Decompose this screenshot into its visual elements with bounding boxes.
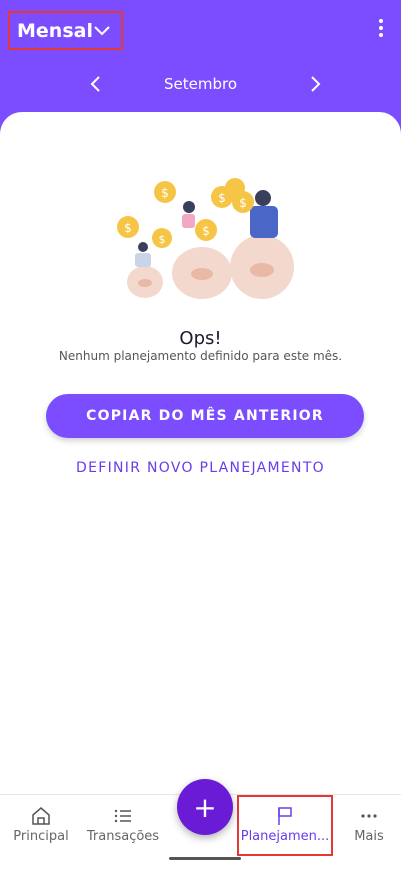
- nav-label: Principal: [13, 829, 69, 844]
- add-button[interactable]: +: [177, 779, 233, 835]
- svg-text:$: $: [202, 224, 210, 238]
- month-label: Setembro: [163, 75, 237, 93]
- svg-text:$: $: [161, 186, 169, 200]
- home-indicator: [169, 857, 241, 860]
- copy-previous-month-button[interactable]: COPIAR DO MÊS ANTERIOR: [46, 394, 364, 438]
- define-new-plan-button[interactable]: DEFINIR NOVO PLANEJAMENTO: [0, 460, 401, 476]
- chevron-down-icon: [94, 26, 110, 36]
- empty-state-message: Nenhum planejamento definido para este m…: [58, 349, 343, 363]
- nav-item-mais[interactable]: Mais: [345, 795, 393, 855]
- list-icon: [114, 809, 131, 823]
- period-selector[interactable]: Mensal: [8, 11, 123, 50]
- more-vertical-icon[interactable]: [371, 16, 391, 40]
- nav-label: Transações: [86, 829, 160, 844]
- nav-label: Planejamen...: [240, 829, 330, 844]
- nav-item-transacoes[interactable]: Transações: [84, 795, 162, 855]
- more-horizontal-icon: [361, 814, 377, 818]
- chevron-left-icon[interactable]: [86, 74, 106, 94]
- empty-state-title: Ops!: [179, 328, 222, 349]
- flag-icon: [278, 807, 292, 825]
- svg-text:$: $: [159, 233, 166, 246]
- period-label: Mensal: [17, 19, 93, 42]
- svg-text:$: $: [124, 221, 132, 235]
- nav-item-principal[interactable]: Principal: [4, 795, 78, 855]
- nav-label: Mais: [354, 829, 384, 844]
- chevron-right-icon[interactable]: [305, 74, 325, 94]
- month-navigator: Setembro: [0, 66, 401, 102]
- nav-item-planejamento[interactable]: Planejamen...: [237, 795, 333, 856]
- svg-text:$: $: [239, 196, 247, 210]
- svg-text:$: $: [218, 191, 226, 205]
- piggy-bank-illustration: $ $ $ $ $ $: [117, 178, 294, 299]
- home-icon: [32, 807, 50, 825]
